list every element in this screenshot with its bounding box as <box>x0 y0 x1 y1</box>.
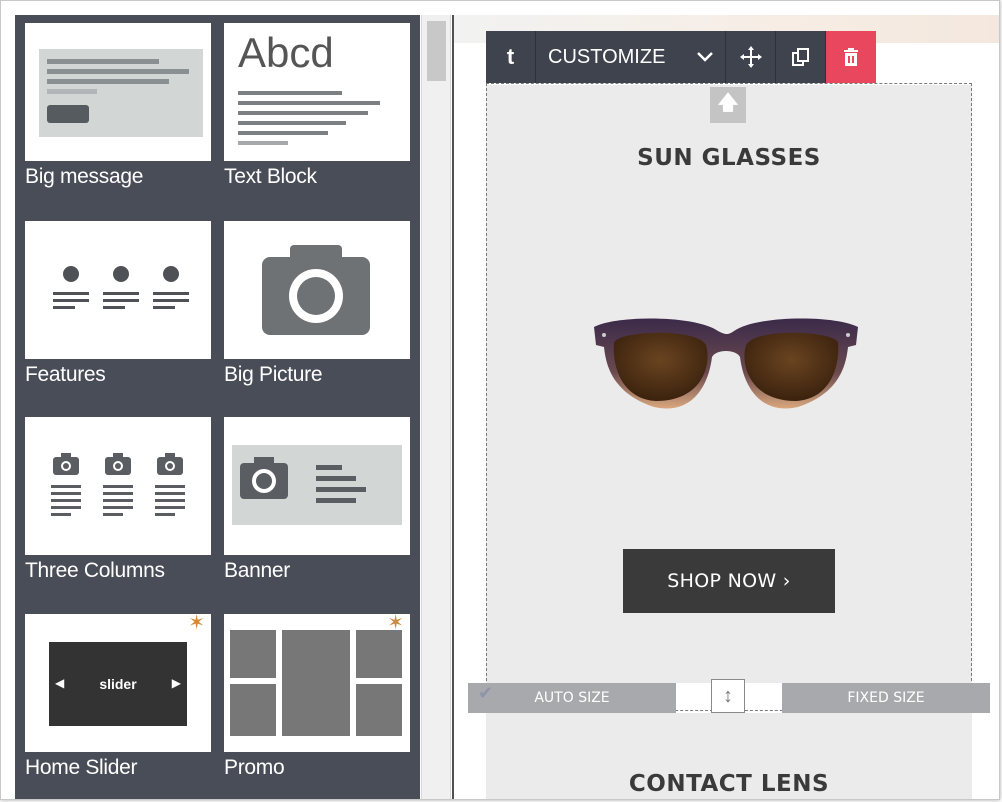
block-label: Features <box>25 363 106 386</box>
block-label: Text Block <box>224 165 317 188</box>
move-up-icon[interactable]: 🡅 <box>710 87 746 123</box>
text-block-thumbnail: Abcd <box>224 23 410 161</box>
parent-arrow-icon[interactable]: t <box>486 31 536 83</box>
block-label: Big message <box>25 165 144 188</box>
chevron-down-icon <box>697 46 713 69</box>
camera-thumbnail <box>224 221 410 359</box>
editor-window: Big message Abcd Text Block Features Big… <box>0 0 1000 800</box>
customize-button[interactable]: CUSTOMIZE <box>536 31 726 83</box>
copy-icon[interactable] <box>776 31 826 83</box>
slider-text: slider <box>99 676 137 692</box>
block-label: Banner <box>224 559 290 582</box>
block-text-block[interactable]: Abcd Text Block <box>224 23 410 188</box>
block-promo[interactable]: ✶ Promo <box>224 614 410 779</box>
block-big-message[interactable]: Big message <box>25 23 211 188</box>
slider-thumbnail: ✶ ◀ ▶ slider <box>25 614 211 752</box>
block-banner[interactable]: Banner <box>224 417 410 582</box>
product-title[interactable]: SUN GLASSES <box>486 145 972 171</box>
shop-now-button[interactable]: SHOP NOW › <box>623 549 835 613</box>
auto-size-label: AUTO SIZE <box>534 690 610 706</box>
scrollbar-thumb[interactable] <box>427 21 446 81</box>
auto-size-button[interactable]: ✔ AUTO SIZE <box>468 683 676 713</box>
contact-lens-title[interactable]: CONTACT LENS <box>486 771 972 797</box>
fixed-size-button[interactable]: FIXED SIZE <box>782 683 990 713</box>
block-home-slider[interactable]: ✶ ◀ ▶ slider Home Slider <box>25 614 211 779</box>
promo-thumbnail: ✶ <box>224 614 410 752</box>
block-toolbar: t CUSTOMIZE <box>486 31 876 83</box>
star-icon: ✶ <box>387 614 404 634</box>
move-icon[interactable] <box>726 31 776 83</box>
block-big-picture[interactable]: Big Picture <box>224 221 410 386</box>
block-label: Promo <box>224 756 285 779</box>
big-message-thumbnail <box>25 23 211 161</box>
block-label: Big Picture <box>224 363 323 386</box>
email-canvas: SUN GLASSES SHOP NOW › t CUSTOMIZE 🡅 ✔ A… <box>454 15 999 799</box>
sidebar-scrollbar[interactable] <box>421 15 451 799</box>
star-icon: ✶ <box>188 614 205 634</box>
customize-label: CUSTOMIZE <box>548 45 666 68</box>
fixed-size-label: FIXED SIZE <box>847 690 925 706</box>
resize-handle-icon[interactable]: ↕ <box>711 679 745 713</box>
block-features[interactable]: Features <box>25 221 211 386</box>
three-columns-thumbnail <box>25 417 211 555</box>
features-thumbnail <box>25 221 211 359</box>
block-three-columns[interactable]: Three Columns <box>25 417 211 582</box>
blocks-sidebar: Big message Abcd Text Block Features Big… <box>15 15 420 799</box>
sunglasses-image <box>594 318 858 409</box>
trash-icon[interactable] <box>826 31 876 83</box>
block-label: Three Columns <box>25 559 165 582</box>
banner-thumbnail <box>224 417 410 555</box>
block-label: Home Slider <box>25 756 138 779</box>
check-icon: ✔ <box>478 683 494 704</box>
